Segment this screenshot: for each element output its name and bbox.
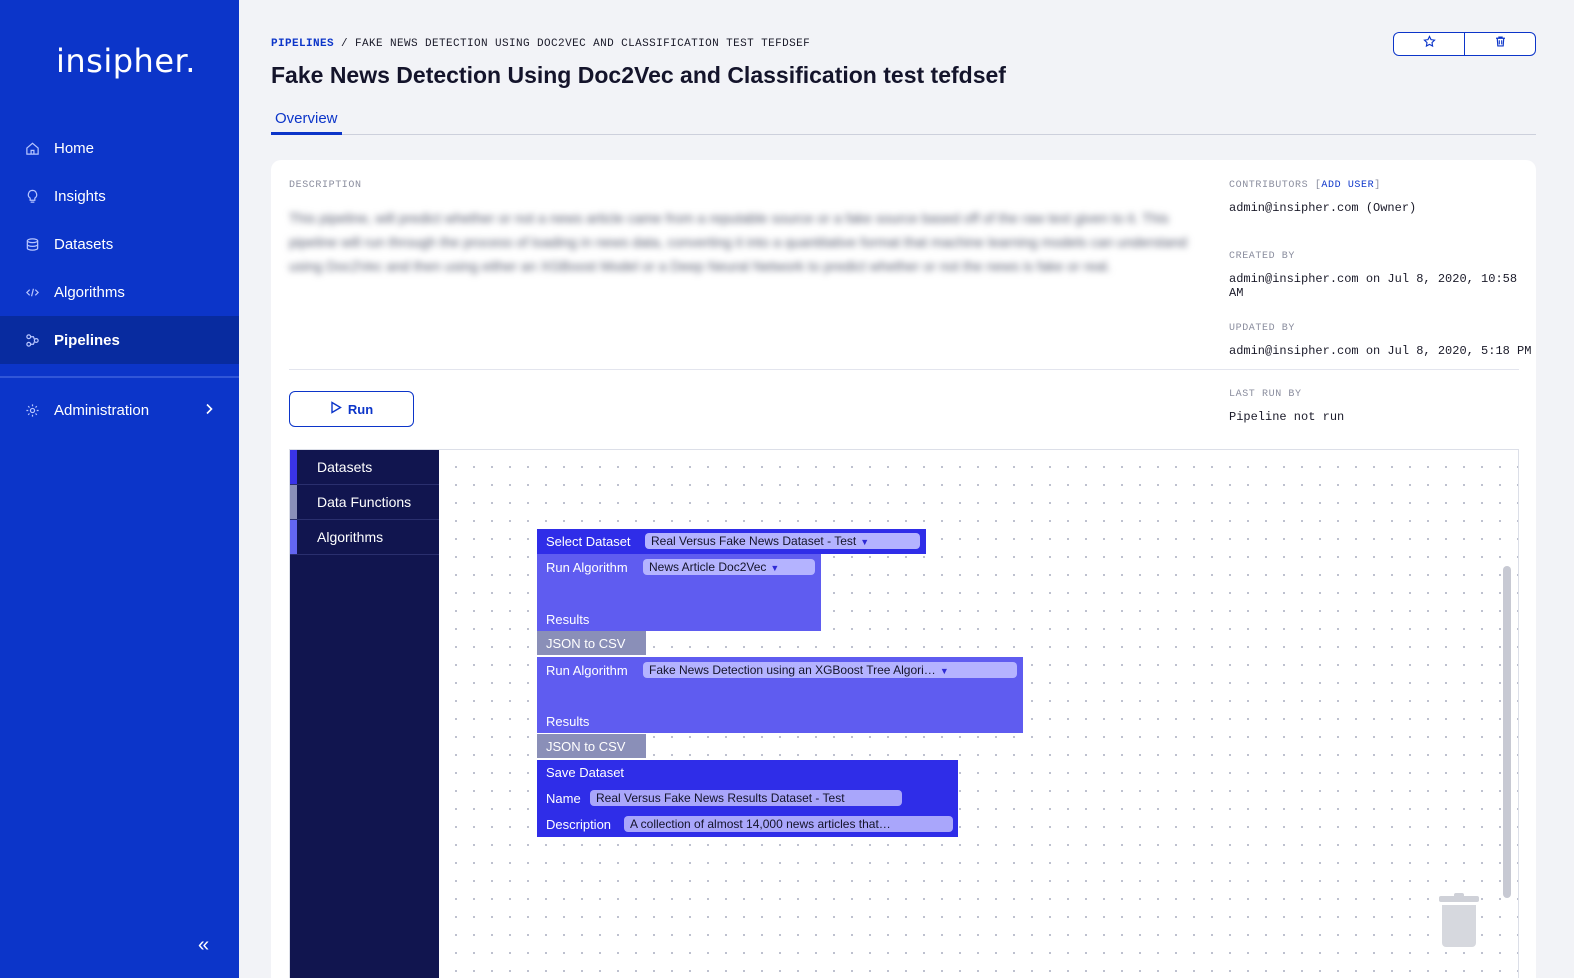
toolbox-category-datasets[interactable]: Datasets (290, 450, 439, 485)
pipeline-icon (24, 332, 40, 348)
json-to-csv-block[interactable]: JSON to CSV (537, 734, 646, 758)
results-label: Results (546, 612, 590, 627)
favorite-button[interactable] (1394, 33, 1464, 55)
results-label: Results (546, 714, 590, 729)
created-value: admin@insipher.com on Jul 8, 2020, 10:58… (1229, 272, 1518, 300)
workspace-trash-icon[interactable] (1439, 893, 1479, 954)
database-icon (24, 236, 40, 252)
name-label: Name (546, 791, 581, 806)
breadcrumb-separator: / (334, 38, 356, 50)
dataset-name-input[interactable]: Real Versus Fake News Results Dataset - … (590, 790, 902, 806)
block-label: JSON to CSV (546, 739, 626, 754)
contributors-label: CONTRIBUTORS [ADD USER] (1229, 180, 1381, 191)
pipeline-workspace[interactable]: Datasets Data Functions Algorithms Selec… (289, 449, 1519, 978)
sidebar-item-label: Pipelines (54, 331, 120, 349)
sidebar-item-pipelines[interactable]: Pipelines (0, 316, 239, 364)
description-field-label: Description (546, 817, 612, 832)
description-label: DESCRIPTION (289, 180, 362, 191)
updated-section: UPDATED BY admin@insipher.com on Jul 8, … (1229, 323, 1531, 358)
dropdown-arrow-icon: ▼ (770, 563, 780, 573)
play-icon (330, 401, 342, 417)
header-actions (1393, 32, 1536, 56)
home-icon (24, 140, 40, 156)
sidebar-item-datasets[interactable]: Datasets (0, 220, 239, 268)
last-run-value: Pipeline not run (1229, 410, 1345, 424)
sidebar-item-administration[interactable]: Administration (0, 386, 239, 434)
block-label: Save Dataset (546, 765, 625, 780)
sidebar-item-label: Datasets (54, 235, 114, 253)
category-color-bar (290, 520, 297, 554)
contributors-section: CONTRIBUTORS [ADD USER] admin@insipher.c… (1229, 180, 1416, 215)
breadcrumb: PIPELINES / FAKE NEWS DETECTION USING DO… (271, 38, 810, 50)
select-dataset-block[interactable]: Select Dataset Real Versus Fake News Dat… (537, 529, 926, 554)
block-label: Run Algorithm (546, 663, 628, 678)
dropdown-arrow-icon: ▼ (939, 666, 949, 676)
app-logo[interactable]: insipher. (56, 42, 196, 80)
last-run-section: LAST RUN BY Pipeline not run (1229, 389, 1344, 424)
toolbox-category-algorithms[interactable]: Algorithms (290, 520, 439, 555)
sidebar-item-home[interactable]: Home (0, 124, 239, 172)
run-algorithm-block[interactable]: Run Algorithm Fake News Detection using … (537, 657, 1023, 733)
description-text: This pipeline, will predict whether or n… (289, 210, 1188, 274)
json-to-csv-block[interactable]: JSON to CSV (537, 631, 646, 655)
toolbox-category-data-functions[interactable]: Data Functions (290, 485, 439, 520)
breadcrumb-link-pipelines[interactable]: PIPELINES (271, 38, 334, 50)
created-label: CREATED BY (1229, 251, 1296, 262)
dataset-description-input[interactable]: A collection of almost 14,000 news artic… (624, 816, 953, 832)
pipeline-details-card: DESCRIPTION This pipeline, will predict … (271, 160, 1536, 978)
lightbulb-icon (24, 188, 40, 204)
save-dataset-block[interactable]: Save Dataset Name Real Versus Fake News … (537, 760, 958, 837)
block-label: Run Algorithm (546, 560, 628, 575)
code-icon (24, 284, 40, 300)
contributors-value: admin@insipher.com (Owner) (1229, 201, 1417, 215)
trash-icon (1494, 35, 1507, 53)
algorithm-dropdown[interactable]: Fake News Detection using an XGBoost Tre… (643, 662, 1017, 678)
sidebar-nav: Home Insights Datasets Algorithms Pipeli… (0, 124, 239, 434)
sidebar-item-label: Administration (54, 401, 150, 419)
dropdown-arrow-icon: ▼ (860, 537, 870, 547)
dataset-dropdown[interactable]: Real Versus Fake News Dataset - Test ▼ (645, 533, 920, 549)
updated-value: admin@insipher.com on Jul 8, 2020, 5:18 … (1229, 344, 1532, 358)
run-button-label: Run (347, 401, 374, 417)
block-canvas[interactable]: Select Dataset Real Versus Fake News Dat… (439, 450, 1518, 978)
add-user-link[interactable]: ADD USER (1321, 180, 1374, 191)
run-button[interactable]: Run (289, 391, 414, 427)
collapse-sidebar-icon[interactable]: « (198, 934, 209, 957)
chevron-right-icon (204, 402, 214, 419)
gear-icon (24, 402, 40, 418)
sidebar-divider (0, 376, 239, 378)
breadcrumb-current: FAKE NEWS DETECTION USING DOC2VEC AND CL… (355, 38, 811, 50)
delete-pipeline-button[interactable] (1464, 33, 1535, 55)
algorithm-dropdown[interactable]: News Article Doc2Vec ▼ (643, 559, 815, 575)
sidebar-item-label: Home (54, 139, 95, 157)
category-color-bar (290, 485, 297, 519)
sidebar-item-insights[interactable]: Insights (0, 172, 239, 220)
section-divider (289, 369, 1519, 370)
block-label: JSON to CSV (546, 636, 626, 651)
canvas-scrollbar[interactable] (1503, 566, 1511, 898)
created-section: CREATED BY admin@insipher.com on Jul 8, … (1229, 251, 1536, 300)
last-run-label: LAST RUN BY (1229, 389, 1302, 400)
sidebar-item-label: Insights (54, 187, 106, 205)
run-algorithm-block[interactable]: Run Algorithm News Article Doc2Vec ▼ Resu… (537, 554, 821, 631)
tab-overview[interactable]: Overview (271, 107, 342, 135)
sidebar-item-label: Algorithms (54, 283, 125, 301)
updated-label: UPDATED BY (1229, 323, 1296, 334)
star-icon (1422, 35, 1436, 53)
page-title: Fake News Detection Using Doc2Vec and Cl… (271, 62, 1006, 88)
block-toolbox: Datasets Data Functions Algorithms (290, 450, 439, 978)
category-color-bar (290, 450, 297, 484)
tab-bar: Overview (271, 107, 1536, 135)
sidebar-item-algorithms[interactable]: Algorithms (0, 268, 239, 316)
sidebar: insipher. Home Insights Datasets Algorit… (0, 0, 239, 978)
block-label: Select Dataset (546, 534, 631, 549)
